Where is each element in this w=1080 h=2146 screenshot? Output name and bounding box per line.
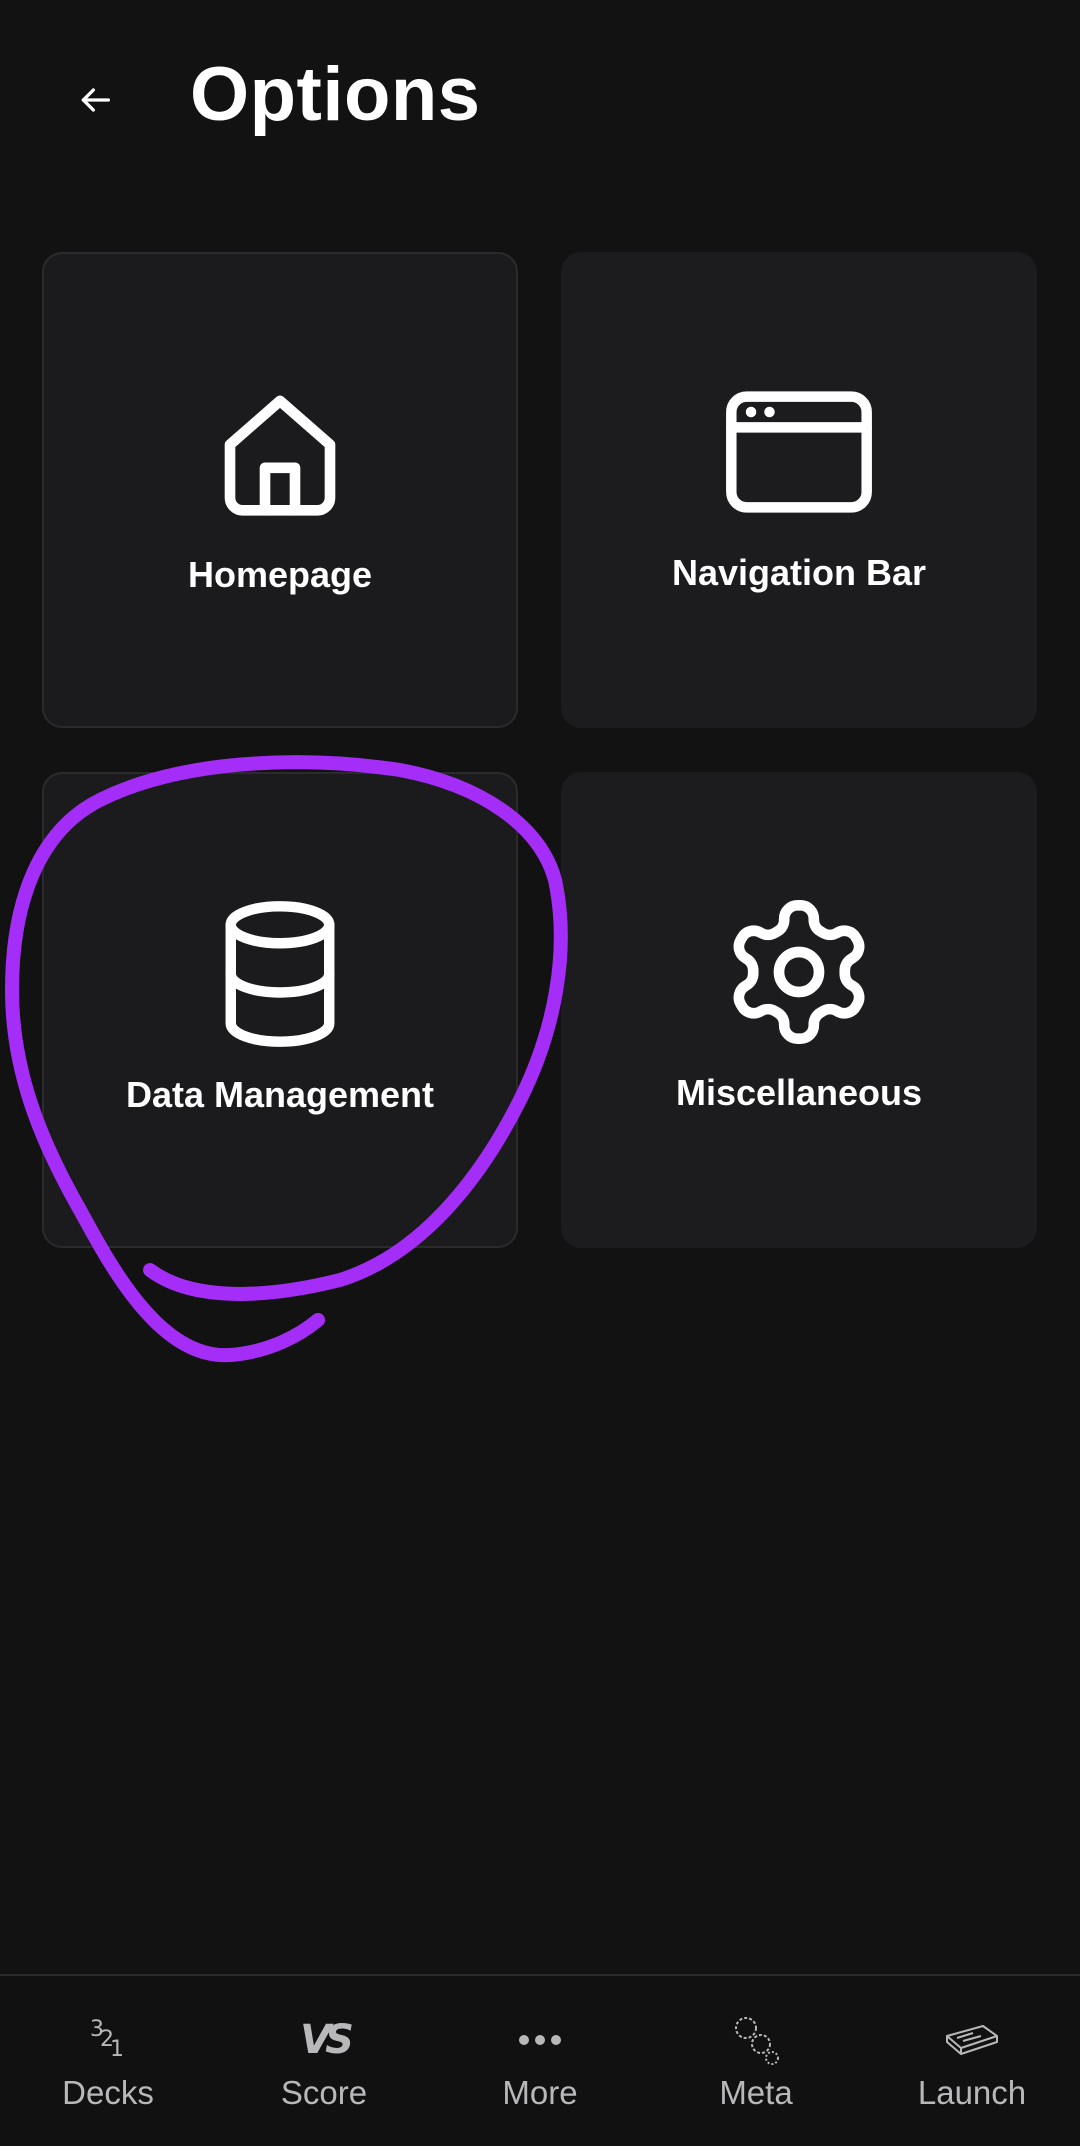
nav-item-meta[interactable]: Meta bbox=[648, 1976, 864, 2146]
nav-label-decks: Decks bbox=[62, 2074, 154, 2111]
arrow-left-icon bbox=[81, 88, 111, 112]
nav-label-more: More bbox=[502, 2074, 578, 2111]
data-management-label: Data Management bbox=[125, 1074, 435, 1115]
vs-icon: VS bbox=[300, 2017, 354, 2063]
page-title: Options bbox=[190, 52, 481, 137]
navigation-bar-card[interactable]: Navigation Bar bbox=[561, 252, 1037, 728]
nav-item-more[interactable]: More bbox=[432, 1976, 648, 2146]
navigation-bar-label: Navigation Bar bbox=[671, 552, 927, 593]
homepage-card[interactable]: Homepage bbox=[42, 252, 518, 728]
numbers-321-icon: 3 2 1 bbox=[90, 2017, 124, 2062]
nav-label-meta: Meta bbox=[719, 2074, 793, 2111]
nav-label-launch: Launch bbox=[917, 2074, 1027, 2111]
bottom-navigation: 3 2 1 Decks VS Score More Meta Launch bbox=[0, 1974, 1080, 2146]
back-button[interactable] bbox=[55, 60, 135, 140]
nav-item-launch[interactable]: Launch bbox=[864, 1976, 1080, 2146]
miscellaneous-label: Miscellaneous bbox=[675, 1072, 923, 1113]
ellipsis-icon bbox=[518, 2012, 562, 2068]
gear-icon bbox=[719, 892, 879, 1052]
browser-window-icon bbox=[719, 372, 879, 532]
launch-device-icon bbox=[943, 2012, 1001, 2068]
miscellaneous-card[interactable]: Miscellaneous bbox=[561, 772, 1037, 1248]
header: Options bbox=[0, 0, 1080, 200]
nav-item-score[interactable]: VS Score bbox=[216, 1976, 432, 2146]
data-management-card[interactable]: Data Management bbox=[42, 772, 518, 1248]
nav-label-score: Score bbox=[280, 2074, 368, 2111]
home-icon bbox=[200, 374, 360, 534]
nav-item-decks[interactable]: 3 2 1 Decks bbox=[0, 1976, 216, 2146]
database-icon bbox=[200, 894, 360, 1054]
meta-dice-icon bbox=[728, 2012, 784, 2068]
homepage-label: Homepage bbox=[187, 554, 373, 595]
